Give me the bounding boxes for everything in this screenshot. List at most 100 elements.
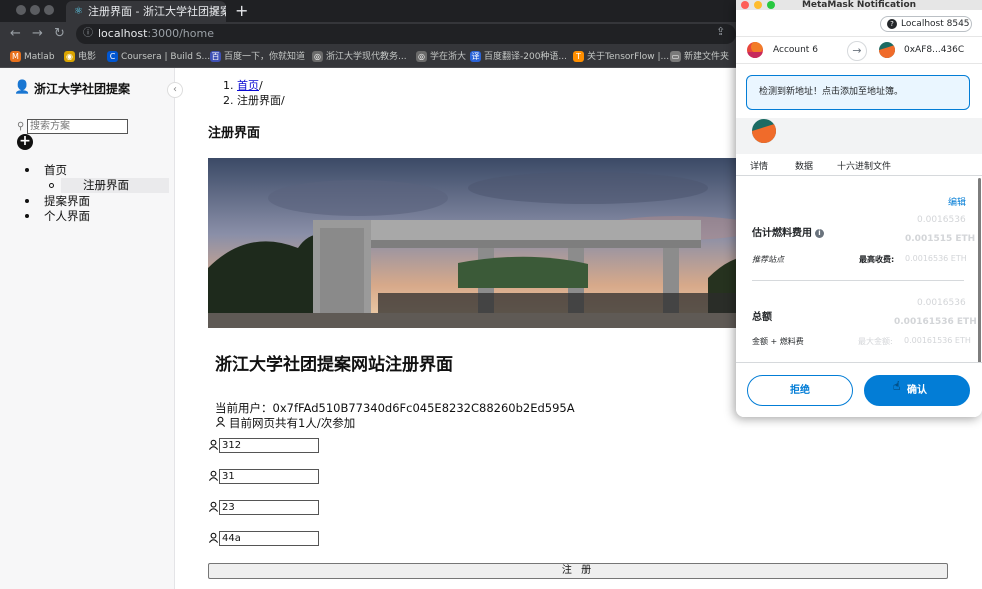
breadcrumb-link-home[interactable]: 首页 (237, 79, 259, 92)
total-fiat: 0.0016536 (917, 298, 966, 308)
back-arrow-icon[interactable]: ← (10, 26, 21, 42)
bookmark-label: 新建文件夹 (684, 52, 730, 62)
add-proposal-button[interactable]: + (17, 134, 33, 150)
register-input-4[interactable] (219, 531, 319, 546)
bookmark-item[interactable]: 百百度一下，你就知道 (210, 50, 305, 64)
mm-window-title: MetaMask Notification (801, 0, 917, 10)
register-input-2[interactable] (219, 469, 319, 484)
bookmark-item[interactable]: T 关于TensorFlow |... (573, 50, 669, 64)
window-minimize-button[interactable] (30, 5, 40, 15)
from-account-name[interactable]: Account 6 (773, 45, 818, 55)
page-title: 注册界面 (208, 126, 261, 141)
site-avatar (752, 119, 776, 143)
mouse-pointer-icon: ☝ (893, 379, 901, 393)
bookmark-label: Coursera | Build S... (121, 52, 211, 62)
bullet-icon (25, 199, 29, 203)
details-scrollbar[interactable] (978, 178, 981, 368)
sidebar-item-home[interactable]: 首页 (25, 162, 67, 178)
share-icon[interactable]: ⇪ (716, 25, 725, 38)
forward-arrow-icon[interactable]: → (32, 26, 43, 42)
bookmark-favicon-icon: ▭ (670, 51, 681, 62)
breadcrumb-separator: / (281, 94, 285, 107)
site-info-icon[interactable]: ⓘ (83, 24, 93, 44)
edit-gas-link[interactable]: 编辑 (948, 195, 966, 208)
window-close-button[interactable] (16, 5, 26, 15)
sidebar-item-label: 个人界面 (44, 209, 90, 223)
tab-title: 注册界面 - 浙江大学社团提案 (88, 5, 226, 18)
mm-close-button[interactable] (741, 1, 749, 9)
tab-data[interactable]: 数据 (795, 159, 813, 172)
total-eth: 0.00161536 ETH (894, 317, 977, 327)
bookmark-label: 电影 (78, 52, 97, 62)
new-tab-button[interactable]: + (235, 0, 248, 22)
divider (752, 280, 964, 281)
mm-minimize-button[interactable] (754, 1, 762, 9)
breadcrumb-item: 1. 首页/ (223, 78, 285, 93)
sidebar-item-profile[interactable]: 个人界面 (25, 208, 90, 224)
bookmark-item[interactable]: ▭ 新建文件夹 (670, 50, 729, 64)
registration-heading: 浙江大学社团提案网站注册界面 (215, 355, 453, 375)
user-avatar-logo-icon: 👤 (14, 80, 31, 95)
bookmark-item[interactable]: 译百度翻译-200种语... (470, 50, 567, 64)
reload-icon[interactable]: ↻ (54, 26, 65, 42)
max-fee-value: 0.0016536 ETH (905, 254, 967, 263)
current-user-address: 当前用户：0x7fFAd510B77340d6Fc045E8232C88260b… (215, 401, 575, 415)
gas-fee-eth: 0.001515 ETH (905, 234, 976, 244)
breadcrumb-separator: / (259, 79, 263, 92)
sidebar-item-proposal[interactable]: 提案界面 (25, 193, 90, 209)
bookmark-item[interactable]: C Coursera | Build S... (107, 50, 210, 64)
tab-close-icon[interactable]: ✕ (211, 1, 220, 22)
window-zoom-button[interactable] (44, 5, 54, 15)
register-button[interactable]: 注 册 (208, 563, 948, 579)
info-icon[interactable]: i (815, 229, 824, 238)
metamask-notification-window: MetaMask Notification ? Localhost 8545 A… (736, 0, 982, 417)
browser-tab[interactable]: ⚛ 注册界面 - 浙江大学社团提案 ✕ (66, 1, 226, 22)
sidebar-item-label: 提案界面 (44, 194, 90, 208)
network-question-icon: ? (887, 19, 897, 29)
reject-button[interactable]: 拒绝 (747, 375, 853, 406)
network-selector[interactable]: ? Localhost 8545 (880, 16, 972, 32)
bookmark-favicon-icon: T (573, 51, 584, 62)
breadcrumb-number: 1. (223, 79, 234, 92)
url-host: localhost (98, 27, 148, 40)
bookmark-favicon-icon: ◎ (312, 51, 323, 62)
to-account-address[interactable]: 0xAF8...436C (904, 45, 964, 55)
bullet-icon (25, 214, 29, 218)
amount-plus-gas-label: 金额 + 燃料费 (752, 337, 804, 346)
user-icon (208, 470, 219, 484)
action-footer: 拒绝 确认 (736, 362, 982, 417)
bookmark-item[interactable]: ◎ 学在浙大 (416, 50, 466, 64)
bookmark-label: 百度翻译-200种语... (484, 52, 568, 62)
tab-hex[interactable]: 十六进制文件 (837, 159, 891, 172)
circle-bullet-icon (49, 183, 54, 188)
react-favicon-icon: ⚛ (74, 6, 83, 17)
user-icon (208, 501, 219, 515)
user-icon (215, 416, 226, 430)
bookmark-item[interactable]: ◉ 电影 (64, 50, 96, 64)
network-name: Localhost 8545 (901, 19, 970, 29)
register-input-1[interactable] (219, 438, 319, 453)
url-input[interactable]: ⓘ localhost:3000/home (76, 24, 736, 44)
breadcrumb-number: 2. (223, 94, 234, 107)
bookmark-favicon-icon: ◎ (416, 51, 427, 62)
campus-gate-banner-image (208, 158, 768, 328)
new-address-alert[interactable]: 检测到新地址！点击添加至地址簿。 (746, 75, 970, 110)
from-account-avatar (747, 42, 763, 58)
bookmark-item[interactable]: M Matlab (10, 50, 55, 64)
confirm-button[interactable]: 确认 (864, 375, 970, 406)
bookmark-favicon-icon: M (10, 51, 21, 62)
mm-zoom-button[interactable] (767, 1, 775, 9)
gas-fee-fiat: 0.0016536 (917, 215, 966, 225)
user-icon (208, 439, 219, 453)
bookmark-item[interactable]: ◎ 浙江大学现代教务... (312, 50, 407, 64)
register-input-3[interactable] (219, 500, 319, 515)
search-input[interactable] (27, 119, 128, 134)
sidebar-item-register[interactable]: 注册界面 (49, 178, 169, 193)
bookmark-label: 百度一下，你就知道 (224, 52, 306, 62)
gas-fee-label-text: 估计燃料费用 (752, 228, 812, 239)
bookmark-favicon-icon: C (107, 51, 118, 62)
search-icon: ⚲ (17, 121, 25, 132)
brand[interactable]: 👤 浙江大学社团提案 (14, 80, 130, 97)
sidebar: 👤 浙江大学社团提案 ⚲ + 首页 注册界面 提案界面 个人界面 (0, 68, 175, 589)
url-path: :3000/home (147, 27, 214, 40)
